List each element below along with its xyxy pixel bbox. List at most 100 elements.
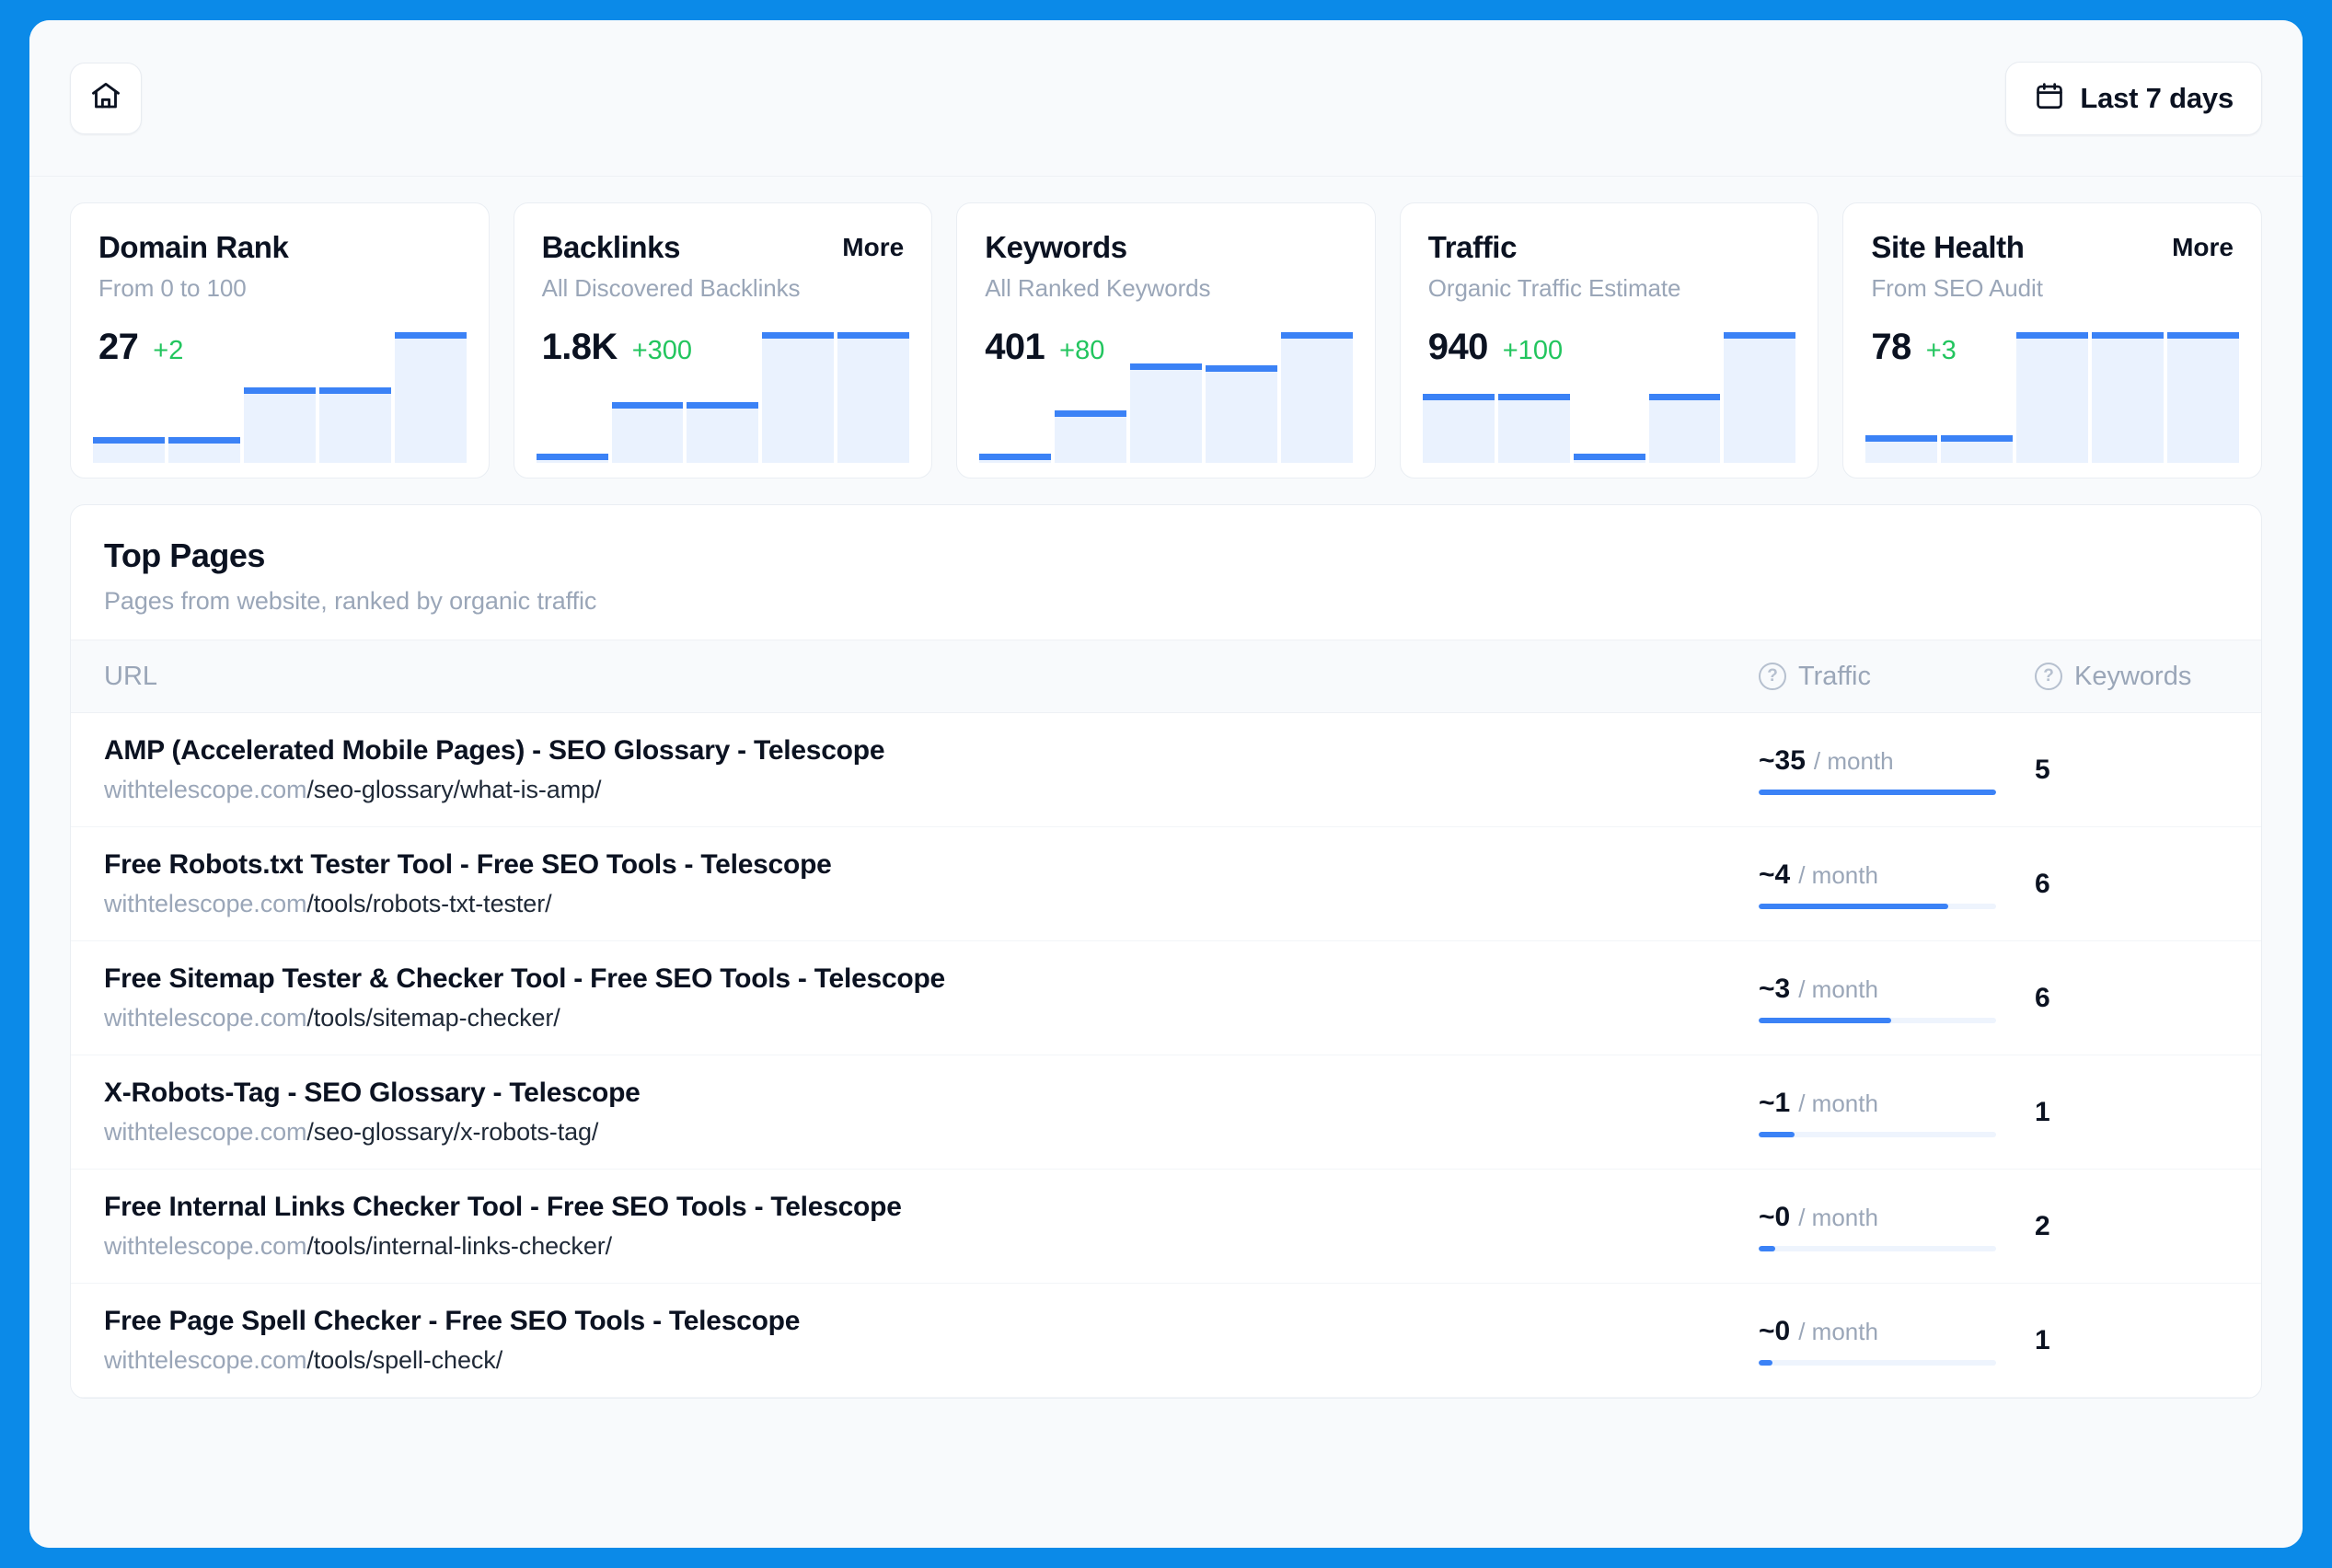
card-subtitle: From SEO Audit	[1871, 274, 2043, 303]
cell-url: Free Sitemap Tester & Checker Tool - Fre…	[104, 963, 1759, 1032]
cell-traffic: ~0/ month	[1759, 1202, 2035, 1251]
sparkline-chart	[536, 332, 910, 463]
traffic-progress-bar	[1759, 903, 1996, 909]
page-url-link[interactable]: withtelescope.com/tools/robots-txt-teste…	[104, 890, 1759, 918]
page-title-link[interactable]: Free Internal Links Checker Tool - Free …	[104, 1192, 1759, 1223]
card-more-link[interactable]: More	[2172, 231, 2234, 263]
traffic-value: ~0	[1759, 1315, 1791, 1346]
card-header: Domain Rank	[98, 230, 461, 264]
card-more-link[interactable]: More	[842, 231, 904, 263]
sparkline-bar	[687, 402, 759, 463]
sparkline-chart	[1865, 332, 2239, 463]
calendar-icon	[2034, 80, 2065, 116]
home-button[interactable]	[70, 62, 142, 134]
table-row[interactable]: X-Robots-Tag - SEO Glossary - Telescope w…	[71, 1055, 2261, 1170]
traffic-progress-bar	[1759, 1245, 1996, 1251]
traffic-progress-bar	[1759, 1131, 1996, 1137]
sparkline-bar	[1724, 332, 1796, 463]
cell-url: Free Internal Links Checker Tool - Free …	[104, 1192, 1759, 1261]
traffic-progress-fill	[1759, 903, 1949, 909]
card-header: Keywords	[985, 230, 1347, 264]
cell-keywords: 5	[2035, 754, 2050, 785]
sparkline-bar	[1280, 332, 1353, 463]
column-header-url-label: URL	[104, 661, 158, 691]
cell-keywords: 6	[2035, 868, 2050, 899]
top-pages-subtitle: Pages from website, ranked by organic tr…	[104, 587, 597, 615]
date-range-label: Last 7 days	[2080, 81, 2234, 114]
url-path: /tools/internal-links-checker/	[306, 1232, 613, 1260]
cell-traffic: ~3/ month	[1759, 974, 2035, 1023]
url-domain: withtelescope.com	[104, 1232, 307, 1260]
card-subtitle: All Ranked Keywords	[985, 274, 1211, 303]
sparkline-bar	[837, 332, 910, 463]
traffic-value: ~4	[1759, 859, 1791, 890]
traffic-value-row: ~35/ month	[1759, 745, 1998, 777]
traffic-progress-fill	[1759, 789, 1996, 795]
cell-traffic: ~4/ month	[1759, 859, 2035, 909]
sparkline-bar	[93, 436, 165, 463]
table-row[interactable]: Free Robots.txt Tester Tool - Free SEO T…	[71, 827, 2261, 941]
page-title-link[interactable]: Free Robots.txt Tester Tool - Free SEO T…	[104, 849, 1759, 881]
traffic-unit: / month	[1813, 746, 1894, 775]
table-row[interactable]: Free Internal Links Checker Tool - Free …	[71, 1170, 2261, 1284]
metric-card-backlinks[interactable]: Backlinks More All Discovered Backlinks …	[513, 202, 933, 478]
traffic-progress-bar	[1759, 789, 1996, 795]
date-range-button[interactable]: Last 7 days	[2005, 61, 2262, 135]
page-url-link[interactable]: withtelescope.com/seo-glossary/what-is-a…	[104, 776, 1759, 804]
sparkline-chart	[979, 332, 1353, 463]
url-path: /seo-glossary/what-is-amp/	[306, 776, 602, 803]
app-window: Last 7 days Domain Rank From 0 to 100 27…	[29, 20, 2303, 1548]
traffic-value: ~35	[1759, 744, 1806, 776]
metric-card-keywords[interactable]: Keywords All Ranked Keywords 401 +80	[956, 202, 1376, 478]
column-header-url[interactable]: URL	[104, 662, 1759, 692]
traffic-progress-fill	[1759, 1017, 1892, 1023]
traffic-value: ~3	[1759, 973, 1791, 1004]
table-row[interactable]: Free Page Spell Checker - Free SEO Tools…	[71, 1284, 2261, 1398]
url-path: /tools/robots-txt-tester/	[306, 890, 552, 917]
sparkline-bar	[318, 386, 391, 463]
page-url-link[interactable]: withtelescope.com/seo-glossary/x-robots-…	[104, 1118, 1759, 1147]
url-domain: withtelescope.com	[104, 1004, 307, 1032]
metric-card-traffic[interactable]: Traffic Organic Traffic Estimate 940 +10…	[1399, 202, 1819, 478]
column-header-keywords[interactable]: ? Keywords	[2035, 662, 2228, 692]
help-circle-icon[interactable]: ?	[2035, 663, 2062, 690]
traffic-value: ~0	[1759, 1201, 1791, 1232]
card-title: Backlinks	[541, 230, 681, 264]
card-title: Keywords	[985, 230, 1127, 264]
sparkline-bar	[762, 332, 835, 463]
url-domain: withtelescope.com	[104, 1118, 307, 1146]
top-bar: Last 7 days	[29, 20, 2303, 177]
sparkline-bar	[1422, 394, 1495, 463]
cell-url: AMP (Accelerated Mobile Pages) - SEO Glo…	[104, 735, 1759, 804]
card-header: Site Health More	[1871, 230, 2234, 264]
metric-card-domain-rank[interactable]: Domain Rank From 0 to 100 27 +2	[70, 202, 490, 478]
cell-traffic: ~0/ month	[1759, 1316, 2035, 1366]
page-url-link[interactable]: withtelescope.com/tools/spell-check/	[104, 1346, 1759, 1375]
page-title-link[interactable]: X-Robots-Tag - SEO Glossary - Telescope	[104, 1078, 1759, 1109]
column-header-traffic[interactable]: ? Traffic	[1759, 662, 2035, 692]
page-title-link[interactable]: Free Page Spell Checker - Free SEO Tools…	[104, 1306, 1759, 1337]
home-icon	[89, 79, 122, 117]
sparkline-bar	[1648, 394, 1721, 463]
sparkline-bar	[2016, 332, 2089, 463]
card-header: Traffic	[1428, 230, 1791, 264]
page-title: Top Pages	[104, 536, 265, 574]
page-title-link[interactable]: AMP (Accelerated Mobile Pages) - SEO Glo…	[104, 735, 1759, 767]
url-path: /tools/spell-check/	[306, 1346, 503, 1374]
page-url-link[interactable]: withtelescope.com/tools/sitemap-checker/	[104, 1004, 1759, 1032]
table-row[interactable]: AMP (Accelerated Mobile Pages) - SEO Glo…	[71, 713, 2261, 827]
traffic-progress-fill	[1759, 1245, 1776, 1251]
page-title-link[interactable]: Free Sitemap Tester & Checker Tool - Fre…	[104, 963, 1759, 995]
card-subtitle: All Discovered Backlinks	[541, 274, 801, 303]
metric-card-site-health[interactable]: Site Health More From SEO Audit 78 +3	[1842, 202, 2262, 478]
cell-url: X-Robots-Tag - SEO Glossary - Telescope w…	[104, 1078, 1759, 1147]
card-title: Site Health	[1871, 230, 2025, 264]
cell-keywords: 6	[2035, 982, 2050, 1013]
table-row[interactable]: Free Sitemap Tester & Checker Tool - Fre…	[71, 941, 2261, 1055]
sparkline-bar	[1865, 435, 1938, 463]
traffic-value-row: ~3/ month	[1759, 974, 1998, 1005]
sparkline-bar	[2092, 332, 2165, 463]
page-url-link[interactable]: withtelescope.com/tools/internal-links-c…	[104, 1232, 1759, 1261]
help-circle-icon[interactable]: ?	[1759, 663, 1786, 690]
traffic-progress-bar	[1759, 1359, 1996, 1366]
